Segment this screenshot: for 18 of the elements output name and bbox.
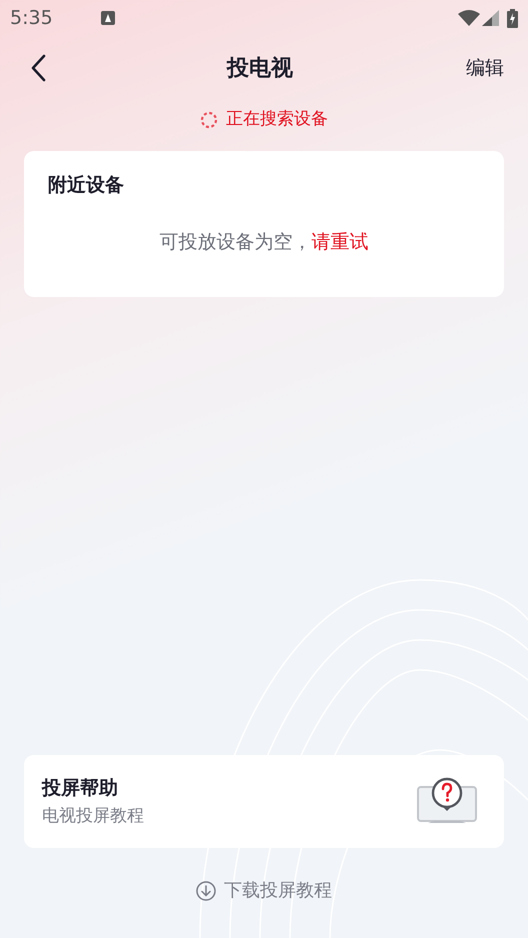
notification-icon — [100, 11, 115, 25]
battery-icon — [507, 8, 518, 28]
help-subtitle: 电视投屏教程 — [42, 805, 144, 828]
back-icon — [30, 54, 46, 82]
status-time: 5:35 — [10, 6, 53, 31]
loading-icon — [200, 111, 218, 129]
search-status-text: 正在搜索设备 — [226, 108, 328, 132]
wifi-icon — [458, 10, 480, 26]
empty-message: 可投放设备为空， — [160, 230, 312, 254]
download-icon — [196, 880, 216, 900]
download-tutorial-link[interactable]: 下载投屏教程 — [196, 877, 332, 904]
edit-button[interactable]: 编辑 — [466, 54, 504, 82]
signal-icon — [482, 10, 499, 26]
retry-link[interactable]: 请重试 — [312, 228, 368, 256]
section-title: 附近设备 — [48, 173, 124, 198]
help-card[interactable]: 投屏帮助 电视投屏教程 — [24, 755, 504, 848]
help-title: 投屏帮助 — [42, 776, 119, 800]
page-title: 投电视 — [227, 56, 293, 80]
